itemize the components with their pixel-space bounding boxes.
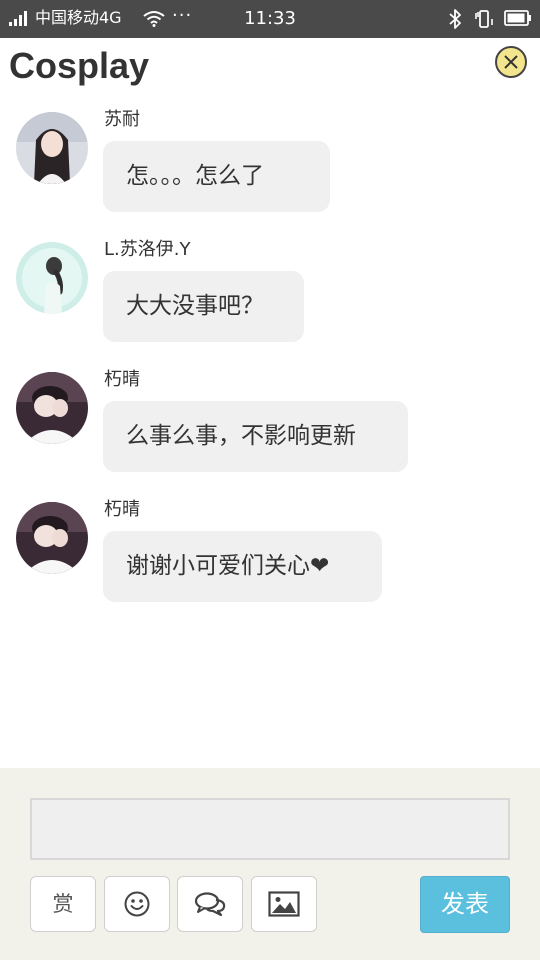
header: Cosplay <box>0 38 540 96</box>
avatar-hands-face-icon <box>16 372 88 444</box>
compose-panel: 赏 发表 <box>0 768 540 960</box>
sender-name: 苏耐 <box>104 109 140 130</box>
image-button[interactable] <box>251 876 317 932</box>
message-bubble[interactable]: 么事么事，不影响更新 <box>103 401 408 472</box>
status-bar: 中国移动4G ··· 11:33 <box>0 0 540 38</box>
emoji-button[interactable] <box>104 876 170 932</box>
smiley-icon <box>124 891 150 917</box>
avatar-girl-longhair-icon <box>16 112 88 184</box>
message-bubble[interactable]: 谢谢小可爱们关心❤ <box>103 531 382 602</box>
sender-name: 朽晴 <box>104 499 140 520</box>
avatar[interactable] <box>16 242 88 314</box>
avatar-braid-mint-icon <box>16 242 88 314</box>
sender-name: L.苏洛伊.Y <box>104 239 191 260</box>
battery-icon <box>504 10 531 26</box>
avatar[interactable] <box>16 502 88 574</box>
comments-button[interactable] <box>177 876 243 932</box>
bluetooth-icon <box>449 9 461 29</box>
message-bubble[interactable]: 怎。。。怎么了 <box>103 141 330 212</box>
close-icon <box>504 55 518 69</box>
close-button[interactable] <box>495 46 527 78</box>
reward-button[interactable]: 赏 <box>30 876 96 932</box>
comment-input[interactable] <box>30 798 510 860</box>
message-item: 苏耐 怎。。。怎么了 <box>0 96 540 216</box>
message-item: L.苏洛伊.Y 大大没事吧？ <box>0 226 540 346</box>
avatar-hands-face-icon <box>16 502 88 574</box>
avatar[interactable] <box>16 372 88 444</box>
send-button[interactable]: 发表 <box>420 876 510 933</box>
sender-name: 朽晴 <box>104 369 140 390</box>
vibrate-icon <box>475 10 493 28</box>
avatar[interactable] <box>16 112 88 184</box>
image-icon <box>268 891 300 917</box>
chat-bubbles-icon <box>194 892 226 916</box>
message-bubble[interactable]: 大大没事吧？ <box>103 271 304 342</box>
message-item: 朽晴 么事么事，不影响更新 <box>0 356 540 476</box>
page-title: Cosplay <box>9 45 150 86</box>
message-item: 朽晴 谢谢小可爱们关心❤ <box>0 486 540 606</box>
